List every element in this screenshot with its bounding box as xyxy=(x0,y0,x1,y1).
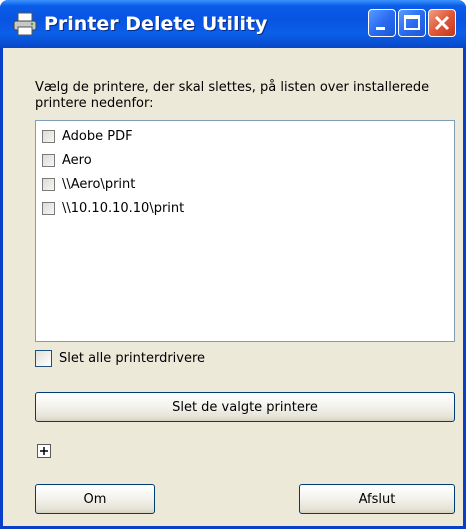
delete-all-drivers-option[interactable]: Slet alle printerdrivere xyxy=(35,348,205,368)
printer-checkbox[interactable] xyxy=(42,153,55,167)
printer-checkbox[interactable] xyxy=(42,177,55,191)
printer-list[interactable]: Adobe PDF Aero \\Aero\print \\10.10.10.1… xyxy=(35,120,455,342)
plus-icon xyxy=(40,447,48,455)
delete-selected-button[interactable]: Slet de valgte printere xyxy=(35,392,455,422)
instruction-text: Vælg de printere, der skal slettes, på l… xyxy=(35,80,430,111)
delete-all-drivers-checkbox[interactable] xyxy=(35,349,52,367)
printer-label: \\Aero\print xyxy=(62,176,136,192)
list-item[interactable]: \\Aero\print xyxy=(42,175,135,193)
close-button[interactable] xyxy=(428,9,456,37)
window-title: Printer Delete Utility xyxy=(44,13,268,35)
expand-button[interactable] xyxy=(37,444,51,458)
list-item[interactable]: Aero xyxy=(42,151,92,169)
list-item[interactable]: \\10.10.10.10\print xyxy=(42,199,184,217)
delete-all-drivers-label: Slet alle printerdrivere xyxy=(59,350,206,366)
printer-checkbox[interactable] xyxy=(42,129,55,143)
printer-label: Aero xyxy=(62,152,92,168)
maximize-icon xyxy=(404,15,420,30)
printer-label: Adobe PDF xyxy=(62,128,133,144)
maximize-button[interactable] xyxy=(398,9,426,37)
printer-label: \\10.10.10.10\print xyxy=(62,200,185,216)
minimize-button[interactable] xyxy=(368,9,396,37)
printer-icon xyxy=(12,12,38,36)
exit-button[interactable]: Afslut xyxy=(299,484,455,514)
title-bar[interactable]: Printer Delete Utility xyxy=(0,0,466,48)
list-item[interactable]: Adobe PDF xyxy=(42,127,133,145)
minimize-icon xyxy=(376,27,385,30)
printer-checkbox[interactable] xyxy=(42,201,55,215)
about-button[interactable]: Om xyxy=(35,484,155,514)
main-window: Printer Delete Utility Vælg de printere,… xyxy=(0,0,466,529)
close-icon xyxy=(434,15,450,31)
